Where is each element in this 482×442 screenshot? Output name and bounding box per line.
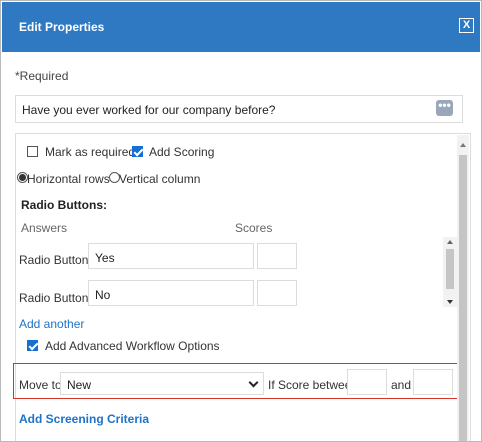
- more-options-icon[interactable]: •••: [436, 99, 453, 116]
- dialog-titlebar: Edit Properties X: [2, 2, 480, 52]
- answer-2-input[interactable]: No: [88, 280, 254, 306]
- scroll-down-icon[interactable]: [447, 300, 453, 304]
- answers-scrollbar[interactable]: [443, 237, 457, 307]
- scroll-up-icon[interactable]: [447, 240, 453, 244]
- panel-scrollbar[interactable]: [457, 135, 469, 441]
- score-2-input[interactable]: [257, 280, 297, 306]
- scores-column-header: Scores: [235, 221, 273, 235]
- radio-button-2-label: Radio Button 2: [19, 291, 99, 305]
- edit-properties-dialog: Edit Properties X *Required Have you eve…: [0, 0, 482, 442]
- dialog-title: Edit Properties: [19, 20, 105, 34]
- radio-button-1-label: Radio Button 1: [19, 253, 99, 267]
- move-to-label: Move to:: [19, 378, 66, 392]
- scroll-up-icon[interactable]: [460, 143, 466, 147]
- chevron-down-icon: [248, 377, 259, 388]
- panel-scroll-thumb[interactable]: [459, 155, 467, 441]
- answers-column-header: Answers: [21, 221, 68, 235]
- close-icon[interactable]: X: [459, 18, 474, 33]
- required-note: *Required: [15, 69, 69, 83]
- answers-scroll-thumb[interactable]: [446, 249, 454, 289]
- mark-required-label: Mark as required: [45, 145, 136, 159]
- mark-required-checkbox[interactable]: [27, 146, 38, 157]
- add-screening-criteria-link[interactable]: Add Screening Criteria: [19, 412, 149, 426]
- and-label: and: [391, 378, 412, 392]
- score-1-input[interactable]: [257, 243, 297, 269]
- score-between-label: If Score between: [268, 378, 359, 392]
- advanced-workflow-checkbox[interactable]: [27, 340, 38, 351]
- add-scoring-label: Add Scoring: [149, 145, 215, 159]
- advanced-workflow-label: Add Advanced Workflow Options: [45, 339, 220, 353]
- answer-1-input[interactable]: Yes: [88, 243, 254, 269]
- question-input[interactable]: Have you ever worked for our company bef…: [15, 95, 463, 123]
- add-another-link[interactable]: Add another: [19, 317, 84, 331]
- move-to-select[interactable]: New: [60, 372, 264, 395]
- min-score-input[interactable]: [347, 369, 387, 395]
- radio-buttons-heading: Radio Buttons:: [21, 198, 107, 212]
- move-to-value: New: [67, 378, 92, 392]
- vertical-column-label: Vertical column: [119, 172, 201, 186]
- horizontal-rows-label: Horizontal rows: [27, 172, 110, 186]
- add-scoring-checkbox[interactable]: [132, 146, 143, 157]
- question-text: Have you ever worked for our company bef…: [22, 103, 276, 117]
- max-score-input[interactable]: [413, 369, 453, 395]
